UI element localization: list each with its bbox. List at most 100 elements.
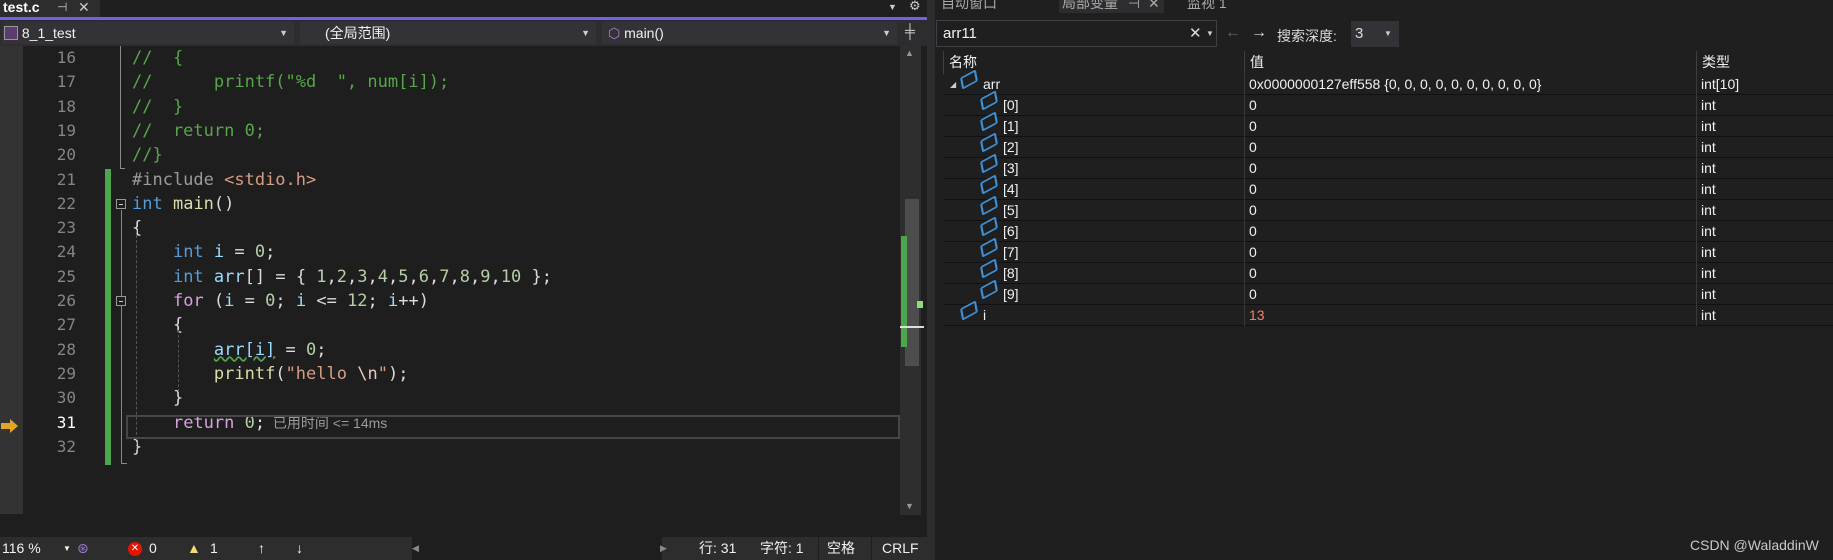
code-token: (: [203, 291, 225, 311]
error-count[interactable]: 0: [149, 537, 157, 560]
scope-dropdown[interactable]: (全局范围) ▼: [300, 22, 596, 44]
code-line[interactable]: // {: [132, 46, 183, 70]
column-divider[interactable]: [1244, 74, 1245, 326]
locals-row[interactable]: i 13 int: [943, 300, 1833, 326]
search-input[interactable]: arr11 ✕ ▼: [936, 20, 1217, 47]
locals-row[interactable]: ◢ arr 0x0000000127eff558 {0, 0, 0, 0, 0, 0…: [943, 69, 1833, 95]
next-issue-arrow-icon[interactable]: ↓: [296, 537, 303, 560]
whitespace-indicator[interactable]: 空格: [818, 537, 868, 560]
previous-issue-arrow-icon[interactable]: ↑: [258, 537, 265, 560]
pin-icon[interactable]: ⊣: [57, 0, 67, 14]
project-icon: [4, 26, 18, 40]
code-token: 2: [336, 266, 348, 287]
search-forward-arrow-icon[interactable]: →: [1251, 24, 1267, 42]
indicator-margin[interactable]: [0, 46, 23, 514]
search-back-arrow-icon[interactable]: ←: [1225, 24, 1241, 42]
scrollbar-thumb[interactable]: [905, 199, 919, 366]
warning-icon[interactable]: ▲: [187, 537, 201, 560]
code-token: (): [213, 193, 235, 214]
scroll-down-arrow-icon[interactable]: ▼: [905, 501, 914, 511]
line-number: 25: [56, 266, 76, 286]
member-dropdown[interactable]: ⬡ main() ▼: [602, 22, 897, 44]
locals-row[interactable]: [5] 0 int: [943, 195, 1833, 221]
code-token: ,: [449, 266, 460, 287]
search-value: arr11: [943, 25, 977, 42]
code-line[interactable]: // }: [132, 95, 183, 119]
locals-row[interactable]: [4] 0 int: [943, 174, 1833, 200]
close-icon[interactable]: ✕: [78, 0, 90, 14]
locals-row[interactable]: [8] 0 int: [943, 258, 1833, 284]
code-token: i: [388, 291, 399, 311]
code-line[interactable]: arr[i] = 0;: [132, 338, 327, 362]
warning-count[interactable]: 1: [210, 537, 218, 560]
code-line[interactable]: {: [132, 313, 183, 337]
code-token: 0: [306, 339, 317, 360]
zoom-dropdown-icon[interactable]: ▼: [63, 537, 71, 560]
code-line[interactable]: //}: [132, 143, 163, 167]
code-line[interactable]: }: [132, 386, 183, 410]
code-token: arr[i]: [213, 339, 276, 360]
code-line[interactable]: int main(): [132, 192, 234, 216]
code-token: ,: [490, 266, 501, 287]
collapse-for-icon[interactable]: [116, 296, 126, 306]
locals-row[interactable]: [7] 0 int: [943, 237, 1833, 263]
column-header-type[interactable]: 类型: [1696, 51, 1833, 74]
pane-splitter[interactable]: [927, 0, 935, 560]
gear-icon[interactable]: ⚙: [909, 0, 921, 14]
clear-search-icon[interactable]: ✕: [1189, 21, 1202, 46]
search-dropdown-icon[interactable]: ▼: [1206, 21, 1214, 46]
variable-value: 0: [1249, 265, 1257, 281]
tab-watch-1[interactable]: 监视 1: [1187, 0, 1227, 13]
horizontal-scrollbar[interactable]: [412, 537, 662, 560]
locals-row[interactable]: [2] 0 int: [943, 132, 1833, 158]
vertical-scrollbar[interactable]: ▲ ▼: [900, 46, 924, 515]
scroll-right-icon[interactable]: ▶: [660, 537, 667, 560]
column-divider[interactable]: [1696, 74, 1697, 326]
code-token: ++): [398, 291, 429, 311]
line-ending-indicator[interactable]: CRLF: [871, 537, 927, 560]
code-line[interactable]: {: [132, 216, 142, 240]
error-icon[interactable]: ✕: [128, 542, 142, 556]
code-line[interactable]: int i = 0;: [132, 240, 275, 264]
pin-icon[interactable]: ⊣: [1128, 0, 1140, 11]
code-line[interactable]: int arr[] = { 1,2,3,4,5,6,7,8,9,10 };: [132, 265, 552, 289]
code-line[interactable]: #include <stdio.h>: [132, 168, 316, 192]
navigation-bar: 8_1_test ▼ (全局范围) ▼ ⬡ main() ▼ ╪: [0, 20, 927, 46]
code-token: \n: [357, 363, 378, 384]
tab-locals[interactable]: 局部变量 ⊣ ✕: [1059, 0, 1164, 13]
split-editor-icon[interactable]: ╪: [905, 23, 915, 39]
locals-row[interactable]: [9] 0 int: [943, 279, 1833, 305]
tab-autos[interactable]: 自动窗口: [941, 0, 997, 13]
variable-name: [7]: [1003, 244, 1019, 260]
code-line[interactable]: printf("hello \n");: [132, 362, 409, 386]
intellicode-icon[interactable]: ⊛: [77, 537, 89, 560]
scroll-left-icon[interactable]: ◀: [412, 537, 419, 560]
locals-row[interactable]: [1] 0 int: [943, 111, 1833, 137]
tab-test-c[interactable]: test.c ⊣ ✕: [0, 0, 100, 17]
locals-row[interactable]: [0] 0 int: [943, 90, 1833, 116]
code-editor[interactable]: test.c ⊣ ✕ ▼ ⚙ 8_1_test ▼ (全局范围) ▼ ⬡ mai…: [0, 0, 927, 560]
search-depth-dropdown[interactable]: 3 ▼: [1351, 21, 1399, 47]
zoom-level[interactable]: 116 %: [2, 537, 41, 560]
scroll-up-arrow-icon[interactable]: ▲: [905, 48, 914, 58]
project-dropdown[interactable]: 8_1_test ▼: [2, 22, 294, 44]
column-header-value[interactable]: 值: [1244, 51, 1696, 74]
collapse-main-icon[interactable]: [116, 199, 126, 209]
code-token: 0: [265, 291, 276, 311]
column-header-name[interactable]: 名称: [943, 51, 1244, 74]
locals-row[interactable]: [6] 0 int: [943, 216, 1833, 242]
code-line[interactable]: // return 0;: [132, 119, 265, 143]
collapse-arrow-icon[interactable]: ◢: [950, 74, 956, 95]
locals-row[interactable]: [3] 0 int: [943, 153, 1833, 179]
outline-line: [120, 46, 121, 168]
code-token: i: [295, 291, 307, 311]
outline-line: [121, 463, 127, 464]
close-icon[interactable]: ✕: [1148, 0, 1160, 11]
char-indicator[interactable]: 字符: 1: [760, 537, 804, 560]
code-line[interactable]: // printf("%d ", num[i]);: [132, 70, 449, 94]
line-indicator[interactable]: 行: 31: [699, 537, 736, 560]
code-line[interactable]: for (i = 0; i <= 12; i++): [132, 289, 429, 313]
variable-name: [8]: [1003, 265, 1019, 281]
tab-list-dropdown-icon[interactable]: ▼: [888, 2, 897, 12]
